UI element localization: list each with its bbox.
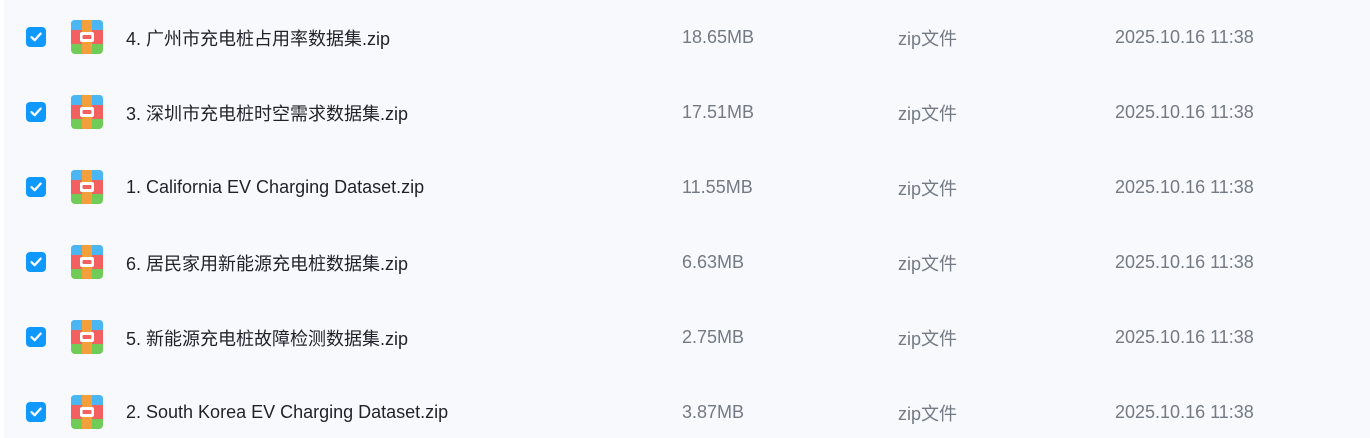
file-name[interactable]: 1. California EV Charging Dataset.zip bbox=[126, 150, 626, 225]
checkmark-icon bbox=[30, 257, 42, 267]
checkmark-icon bbox=[30, 407, 42, 417]
file-modified-time: 2025.10.16 11:38 bbox=[1115, 27, 1254, 47]
file-checkbox[interactable] bbox=[26, 402, 46, 422]
file-name[interactable]: 3. 深圳市充电桩时空需求数据集.zip bbox=[126, 75, 626, 150]
file-row[interactable]: 6. 居民家用新能源充电桩数据集.zip 6.63MB zip文件 2025.1… bbox=[4, 225, 1370, 300]
checkmark-icon bbox=[30, 182, 42, 192]
file-type: zip文件 bbox=[898, 403, 958, 424]
file-row[interactable]: 1. California EV Charging Dataset.zip 11… bbox=[4, 150, 1370, 225]
file-size: 18.65MB bbox=[682, 27, 755, 47]
file-type: zip文件 bbox=[898, 103, 958, 124]
file-size: 11.55MB bbox=[682, 177, 753, 197]
file-row[interactable]: 4. 广州市充电桩占用率数据集.zip 18.65MB zip文件 2025.1… bbox=[4, 0, 1370, 75]
file-type: zip文件 bbox=[898, 28, 958, 49]
file-size: 6.63MB bbox=[682, 252, 745, 272]
file-checkbox[interactable] bbox=[26, 27, 46, 47]
file-checkbox[interactable] bbox=[26, 252, 46, 272]
file-row[interactable]: 3. 深圳市充电桩时空需求数据集.zip 17.51MB zip文件 2025.… bbox=[4, 75, 1370, 150]
file-checkbox[interactable] bbox=[26, 102, 46, 122]
file-modified-time: 2025.10.16 11:38 bbox=[1115, 252, 1254, 272]
file-size: 2.75MB bbox=[682, 327, 745, 347]
file-modified-time: 2025.10.16 11:38 bbox=[1115, 402, 1254, 422]
file-row[interactable]: 5. 新能源充电桩故障检测数据集.zip 2.75MB zip文件 2025.1… bbox=[4, 300, 1370, 375]
zip-archive-icon bbox=[71, 395, 103, 429]
file-modified-time: 2025.10.16 11:38 bbox=[1115, 327, 1254, 347]
file-type: zip文件 bbox=[898, 328, 958, 349]
file-size: 17.51MB bbox=[682, 102, 755, 122]
file-type: zip文件 bbox=[898, 253, 958, 274]
file-list: 4. 广州市充电桩占用率数据集.zip 18.65MB zip文件 2025.1… bbox=[0, 0, 1370, 438]
file-name[interactable]: 6. 居民家用新能源充电桩数据集.zip bbox=[126, 225, 626, 300]
file-name[interactable]: 2. South Korea EV Charging Dataset.zip bbox=[126, 375, 626, 438]
file-checkbox[interactable] bbox=[26, 177, 46, 197]
zip-archive-icon bbox=[71, 95, 103, 129]
file-name[interactable]: 5. 新能源充电桩故障检测数据集.zip bbox=[126, 300, 626, 375]
checkmark-icon bbox=[30, 32, 42, 42]
file-type: zip文件 bbox=[898, 178, 958, 199]
file-modified-time: 2025.10.16 11:38 bbox=[1115, 102, 1254, 122]
zip-archive-icon bbox=[71, 245, 103, 279]
file-size: 3.87MB bbox=[682, 402, 745, 422]
file-row[interactable]: 2. South Korea EV Charging Dataset.zip 3… bbox=[4, 375, 1370, 438]
checkmark-icon bbox=[30, 107, 42, 117]
zip-archive-icon bbox=[71, 20, 103, 54]
zip-archive-icon bbox=[71, 170, 103, 204]
zip-archive-icon bbox=[71, 320, 103, 354]
file-checkbox[interactable] bbox=[26, 327, 46, 347]
checkmark-icon bbox=[30, 332, 42, 342]
file-name[interactable]: 4. 广州市充电桩占用率数据集.zip bbox=[126, 0, 626, 75]
file-modified-time: 2025.10.16 11:38 bbox=[1115, 177, 1254, 197]
